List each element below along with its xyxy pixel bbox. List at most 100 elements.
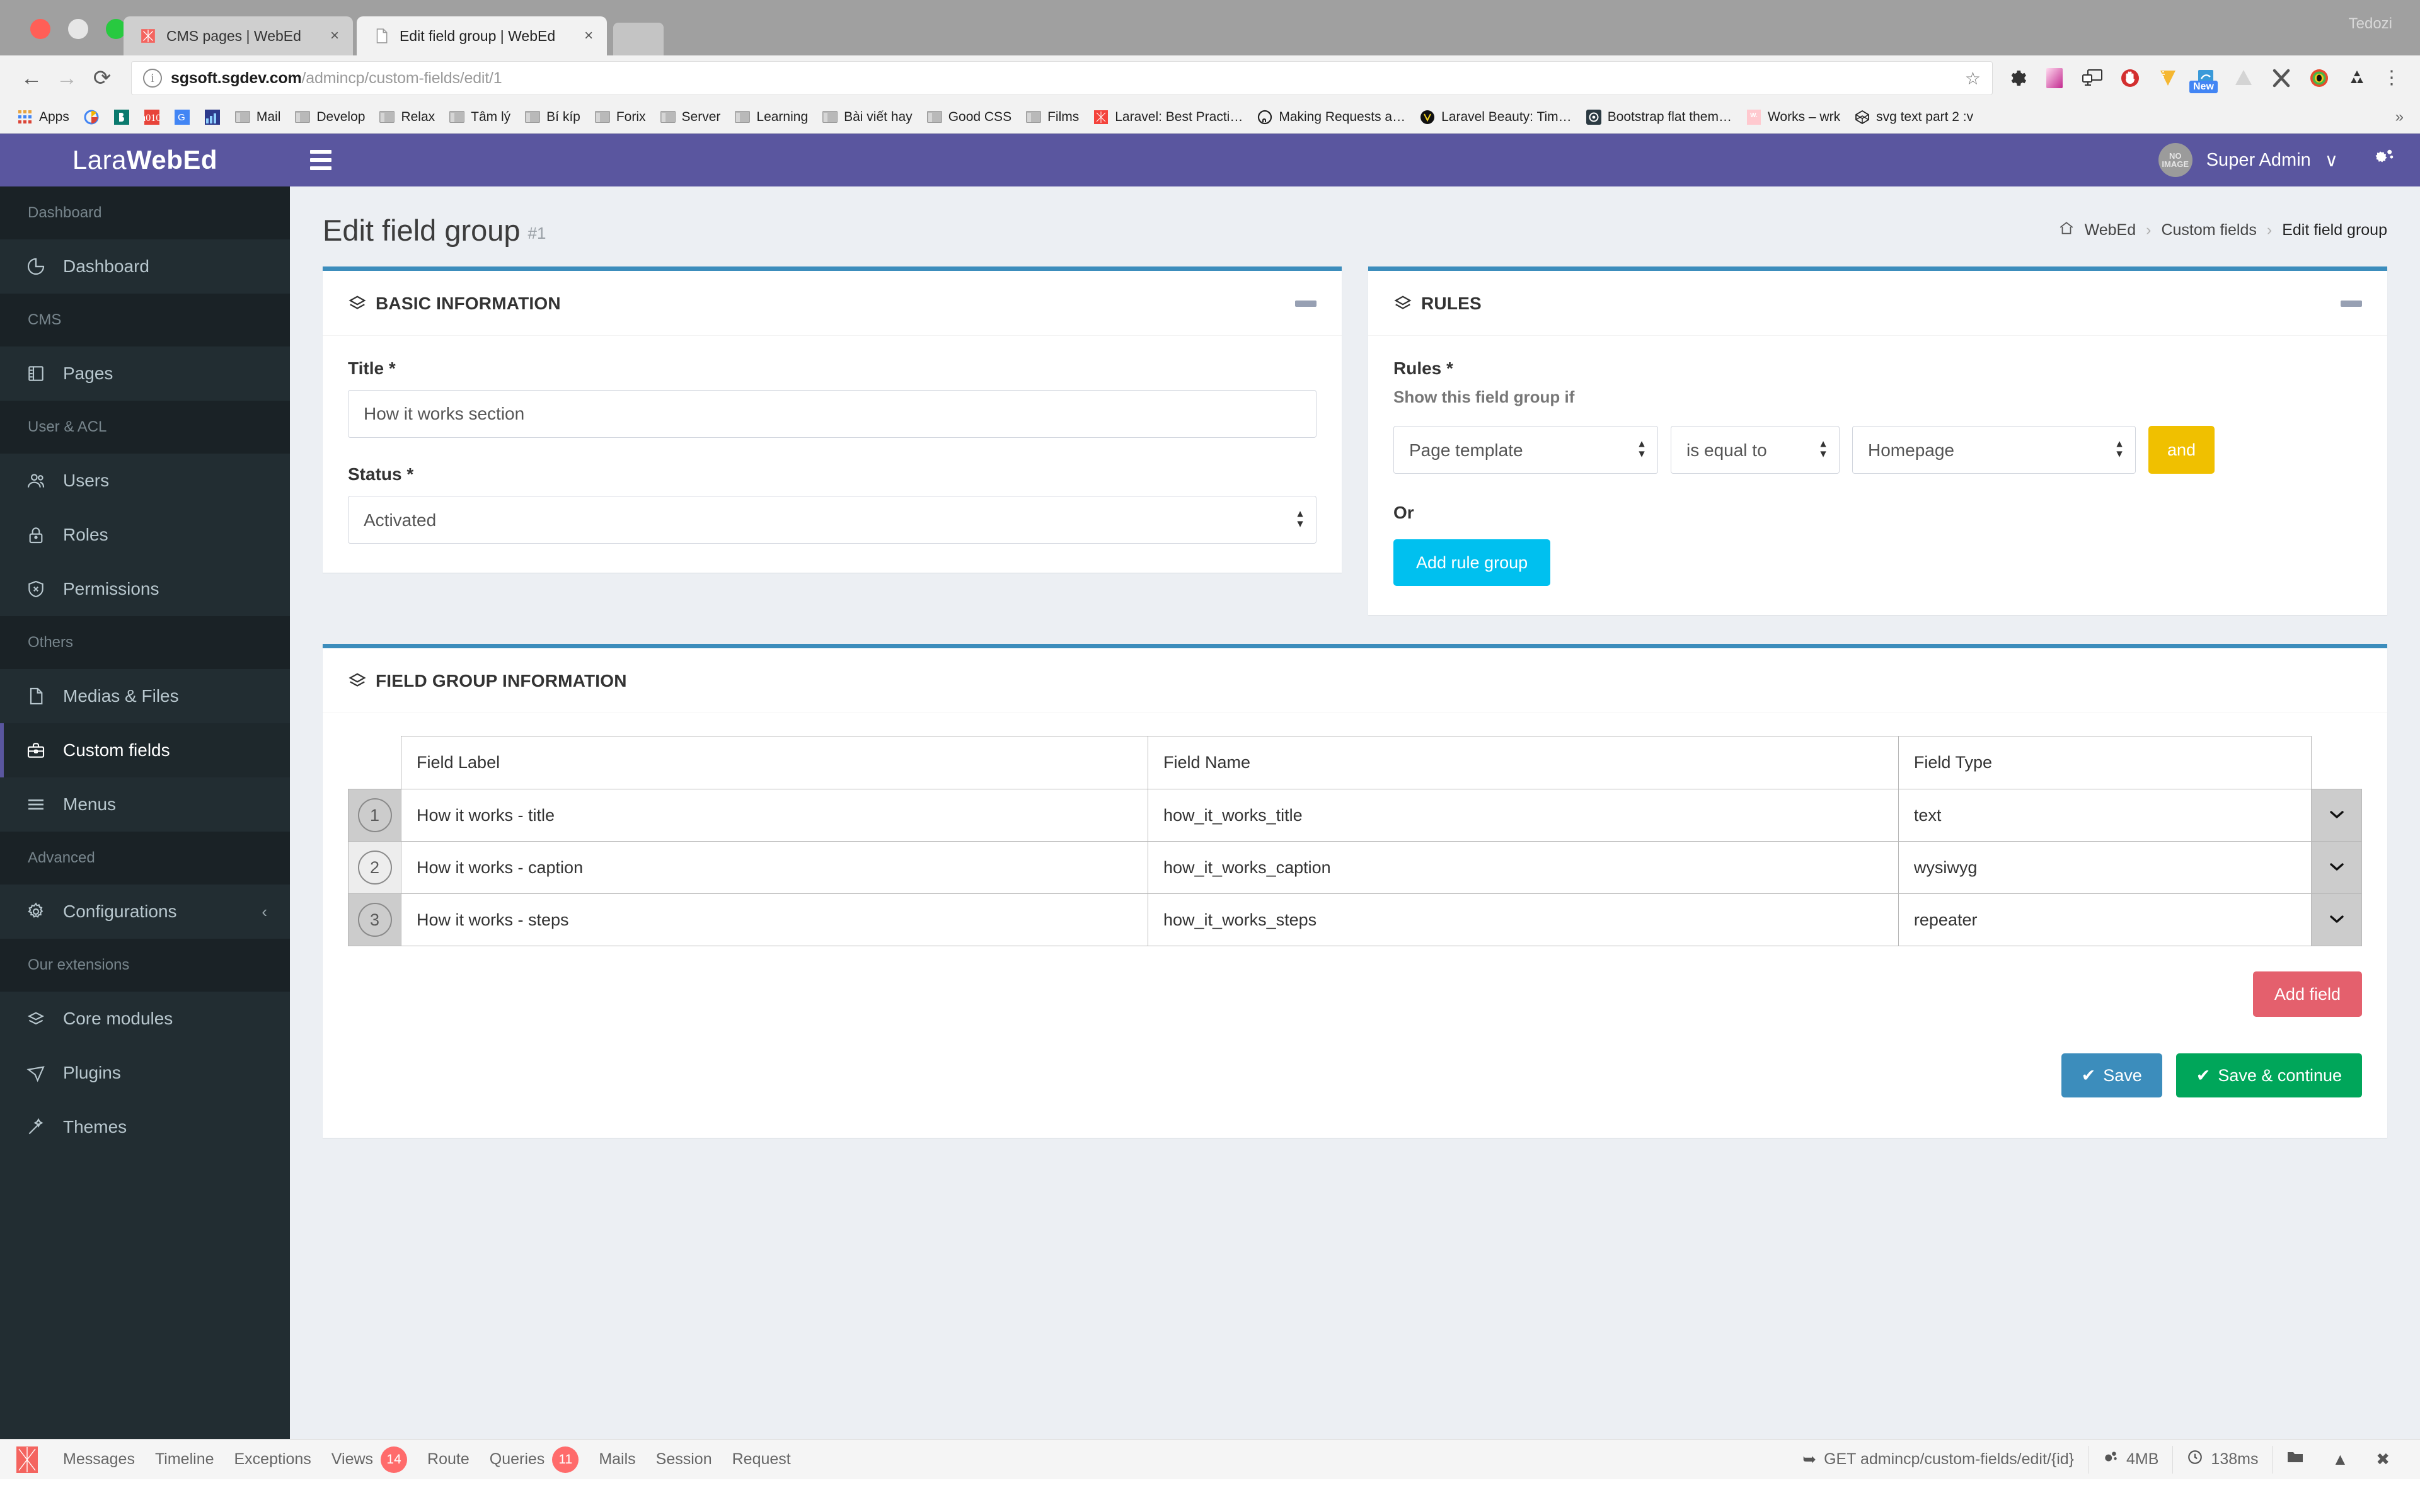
breadcrumb-webed[interactable]: WebEd [2085,221,2136,239]
clipboard-new-icon[interactable]: New [2193,66,2218,91]
bookmark-vietnamese[interactable]: \u0103 [137,103,167,132]
new-tab-button[interactable] [613,23,664,55]
row-expand-chevron-icon[interactable] [2312,789,2362,842]
forward-icon[interactable]: → [49,60,84,96]
add-field-button[interactable]: Add field [2253,971,2362,1017]
browser-tab-cms-pages[interactable]: CMS pages | WebEd × [124,16,353,55]
add-rule-group-button[interactable]: Add rule group [1393,539,1550,586]
minimize-icon[interactable] [1295,301,1317,307]
browser-tab-edit-field-group[interactable]: Edit field group | WebEd × [357,16,607,55]
rule-value-select[interactable]: Homepage [1852,426,2136,474]
debug-tab-queries[interactable]: Queries 11 [480,1446,589,1473]
bookmark-works-wrk[interactable]: W. Works – wrk [1739,103,1847,132]
sidebar-item-themes[interactable]: Themes [0,1100,290,1154]
bookmark-good-css[interactable]: Good CSS [919,103,1018,132]
tab-close-icon[interactable]: × [330,27,339,45]
bookmark-making-requests[interactable]: Making Requests a… [1250,103,1412,132]
debug-folder-button[interactable] [2272,1446,2318,1474]
row-drag-handle[interactable]: 1 [349,789,401,842]
save-and-continue-button[interactable]: ✔ Save & continue [2176,1053,2362,1097]
bookmark-relax[interactable]: Relax [372,103,442,132]
chevron-left-icon[interactable]: ‹ [262,902,267,922]
close-window-button[interactable] [30,19,50,39]
debug-tab-mails[interactable]: Mails [589,1450,645,1469]
title-input[interactable] [348,390,1317,438]
row-drag-handle[interactable]: 2 [349,842,401,894]
sidebar-item-plugins[interactable]: Plugins [0,1046,290,1100]
rule-operator-select[interactable]: is equal to [1671,426,1840,474]
bookmark-google[interactable] [76,103,107,132]
minimize-icon[interactable] [2341,301,2362,307]
bookmark-bitly[interactable] [107,103,137,132]
debug-tab-timeline[interactable]: Timeline [145,1450,224,1469]
debug-collapse-button[interactable]: ▲ [2318,1446,2362,1474]
tab-close-icon[interactable]: × [584,27,593,45]
bookmark-star-icon[interactable]: ☆ [1965,68,1981,89]
address-bar[interactable]: i sgsoft.sgdev.com/admincp/custom-fields… [131,61,1993,95]
table-row[interactable]: 2 How it works - caption how_it_works_ca… [349,842,2362,894]
debug-tab-session[interactable]: Session [646,1450,722,1469]
minimize-window-button[interactable] [68,19,88,39]
row-expand-chevron-icon[interactable] [2312,842,2362,894]
save-button[interactable]: ✔ Save [2061,1053,2162,1097]
site-info-icon[interactable]: i [143,69,162,88]
bookmark-pixel[interactable] [197,103,228,132]
debug-close-button[interactable]: ✖ [2362,1446,2404,1474]
rule-subject-select[interactable]: Page template [1393,426,1658,474]
adblock-stop-icon[interactable] [2118,66,2143,91]
sidebar-item-menus[interactable]: Menus [0,777,290,832]
bookmark-svg-text-part-2[interactable]: svg text part 2 :v [1847,103,1980,132]
bookmark-learning[interactable]: Learning [727,103,815,132]
bookmark-bi-kip[interactable]: Bí kíp [517,103,587,132]
and-button[interactable]: and [2148,426,2215,474]
bookmark-google-translate[interactable]: G [167,103,197,132]
gears-icon[interactable] [2372,146,2396,175]
hamburger-icon[interactable] [310,144,342,176]
sidebar-item-permissions[interactable]: Permissions [0,562,290,616]
debug-tab-views[interactable]: Views 14 [321,1446,417,1473]
x-icon[interactable] [2269,66,2294,91]
row-expand-chevron-icon[interactable] [2312,894,2362,946]
sidebar-item-pages[interactable]: Pages [0,346,290,401]
breadcrumb-custom-fields[interactable]: Custom fields [2161,221,2256,239]
status-select[interactable]: Activated [348,496,1317,544]
bookmark-forix[interactable]: Forix [587,103,653,132]
table-row[interactable]: 3 How it works - steps how_it_works_step… [349,894,2362,946]
gear-icon[interactable] [2004,66,2029,91]
bookmark-apps[interactable]: Apps [10,103,76,132]
bookmark-tam-ly[interactable]: Tâm lý [442,103,517,132]
bookmarks-overflow-icon[interactable]: » [2389,108,2410,126]
cast-screen-icon[interactable] [2080,66,2105,91]
sidebar-item-custom-fields[interactable]: Custom fields [0,723,290,777]
bookmark-bootstrap-flat[interactable]: Bootstrap flat them… [1579,103,1739,132]
home-icon[interactable] [2058,220,2075,241]
reload-icon[interactable]: ⟳ [84,60,120,96]
sidebar-item-core-modules[interactable]: Core modules [0,992,290,1046]
debug-tab-request[interactable]: Request [722,1450,801,1469]
debug-tab-route[interactable]: Route [417,1450,480,1469]
recycle-icon[interactable] [2344,66,2370,91]
sidebar-item-dashboard[interactable]: Dashboard [0,239,290,294]
bookmark-laravel-beauty[interactable]: Laravel Beauty: Tim… [1412,103,1579,132]
bookmark-bai-viet-hay[interactable]: Bài viết hay [815,103,919,132]
sidebar-item-configurations[interactable]: Configurations ‹ [0,885,290,939]
debug-tab-exceptions[interactable]: Exceptions [224,1450,321,1469]
bookmark-server[interactable]: Server [653,103,728,132]
drive-icon[interactable] [2231,66,2256,91]
bookmark-laravel-best-practices[interactable]: Laravel: Best Practi… [1086,103,1250,132]
ruler-icon[interactable] [2155,66,2181,91]
debug-tab-messages[interactable]: Messages [53,1450,145,1469]
sidebar-item-users[interactable]: Users [0,454,290,508]
bookmark-films[interactable]: Films [1018,103,1086,132]
brand-logo[interactable]: LaraWebEd [0,134,290,186]
window-controls[interactable] [30,19,126,39]
sidebar-item-roles[interactable]: Roles [0,508,290,562]
gradient-swatch-icon[interactable] [2042,66,2067,91]
bookmark-develop[interactable]: Develop [287,103,372,132]
sidebar-item-medias-files[interactable]: Medias & Files [0,669,290,723]
browser-menu-icon[interactable]: ⋮ [2382,73,2401,84]
table-row[interactable]: 1 How it works - title how_it_works_titl… [349,789,2362,842]
eye-target-icon[interactable] [2307,66,2332,91]
back-icon[interactable]: ← [14,60,49,96]
row-drag-handle[interactable]: 3 [349,894,401,946]
